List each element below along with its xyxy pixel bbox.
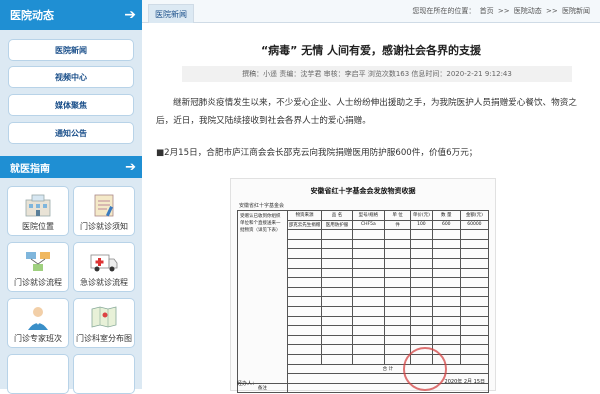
hospital-news-title: 医院动态 bbox=[10, 9, 54, 22]
guide-item-label: 医院位置 bbox=[22, 222, 54, 231]
breadcrumb: 您现在所在的位置： 首页 >> 医院动态 >> 医院新闻 bbox=[412, 6, 592, 16]
receipt-title: 安徽省红十字基金会发放物资收据 bbox=[310, 187, 416, 195]
main-content: 医院新闻 您现在所在的位置： 首页 >> 医院动态 >> 医院新闻 “病毒” 无… bbox=[142, 0, 600, 394]
medical-guide-title: 就医指南 bbox=[10, 163, 50, 175]
receipt-cell: 邵克云先生捐赠 bbox=[286, 219, 323, 231]
tab-hospital-news[interactable]: 医院新闻 bbox=[148, 4, 194, 23]
doctor-icon bbox=[28, 307, 48, 330]
sidebar-item-media-focus[interactable]: 媒体聚焦 bbox=[8, 94, 134, 116]
receipt-cell: 100 bbox=[410, 219, 433, 231]
official-seal bbox=[403, 347, 447, 391]
article-meta: 撰稿：小遥 责编：沈芋君 审核：李启平 浏览次数163 信息时间：2020-2-… bbox=[182, 66, 572, 82]
receipt-cell: 医用防护服 bbox=[321, 219, 353, 231]
guide-item-emergency-process[interactable]: 急诊就诊流程 bbox=[73, 242, 135, 292]
article-intro: 继新冠肺炎疫情发生以来，不少爱心企业、人士纷纷伸出援助之手，为我院医护人员捐赠爱… bbox=[156, 94, 588, 130]
guide-item-more-1[interactable] bbox=[7, 354, 69, 394]
notebook-icon bbox=[94, 194, 114, 217]
receipt-header: 单 位 bbox=[384, 210, 412, 221]
map-icon bbox=[91, 306, 117, 328]
receipt-cell: 件 bbox=[384, 219, 412, 231]
receipt-header: 数 量 bbox=[431, 210, 461, 221]
receipt-header: 单价(元) bbox=[410, 210, 433, 221]
receipt-signer: 经办人： bbox=[237, 381, 258, 387]
guide-item-label: 门诊就诊须知 bbox=[80, 222, 128, 231]
breadcrumb-current[interactable]: 医院新闻 bbox=[562, 7, 590, 15]
breadcrumb-separator: >> bbox=[497, 7, 510, 15]
receipt-org: 安徽省红十字基金会 bbox=[239, 203, 285, 209]
sidebar-item-hospital-news[interactable]: 医院新闻 bbox=[8, 39, 134, 61]
arrow-right-icon: ➔ bbox=[124, 7, 136, 23]
guide-item-label: 急诊就诊流程 bbox=[80, 278, 128, 287]
donation-receipt-image: 安徽省红十字基金会发放物资收据 安徽省红十字基金会 受赠认已收到你组织单位和个直… bbox=[230, 178, 496, 394]
receipt-header: 金额(元) bbox=[459, 210, 490, 221]
guide-item-more-2[interactable] bbox=[73, 354, 135, 394]
arrow-right-icon: ➔ bbox=[125, 159, 136, 175]
guide-item-outpatient-process[interactable]: 门诊就诊流程 bbox=[7, 242, 69, 292]
ambulance-icon bbox=[90, 254, 118, 272]
receipt-date: 2020年 2月 15日 bbox=[444, 379, 485, 385]
article-title: “病毒” 无情 人间有爱，感谢社会各界的支援 bbox=[260, 44, 482, 57]
guide-item-label: 门诊专家班次 bbox=[14, 334, 62, 343]
breadcrumb-separator: >> bbox=[546, 7, 558, 15]
article-item: ■2月15日，合肥市庐江商会会长邵克云向我院捐赠医用防护服600件，价值6万元； bbox=[156, 148, 478, 158]
receipt-header: 品 名 bbox=[321, 210, 353, 221]
sidebar: 医院动态 ➔ 医院新闻 视频中心 媒体聚焦 通知公告 就医指南 ➔ 医院位置 门… bbox=[0, 0, 142, 394]
hospital-news-header: 医院动态 ➔ bbox=[0, 0, 142, 30]
receipt-header: 型号/规格 bbox=[351, 210, 386, 221]
guide-item-outpatient-notice[interactable]: 门诊就诊须知 bbox=[73, 186, 135, 236]
guide-item-department-map[interactable]: 门诊科室分布图 bbox=[73, 298, 135, 348]
receipt-left-note: 受赠认已收到你组织单位和个直接送来一批物资（详见下表） bbox=[237, 210, 288, 384]
receipt-total-label: 合 计 bbox=[286, 363, 490, 375]
breadcrumb-home[interactable]: 首页 bbox=[480, 7, 494, 15]
guide-item-label: 门诊就诊流程 bbox=[14, 278, 62, 287]
receipt-table: 受赠认已收到你组织单位和个直接送来一批物资（详见下表） 物资来源 品 名 型号/… bbox=[237, 210, 490, 394]
hospital-building-icon bbox=[25, 194, 51, 217]
receipt-header: 物资来源 bbox=[286, 210, 323, 221]
medical-guide-header: 就医指南 ➔ bbox=[0, 156, 142, 178]
guide-item-label: 门诊科室分布图 bbox=[76, 334, 132, 343]
sidebar-item-notices[interactable]: 通知公告 bbox=[8, 122, 134, 144]
receipt-cell: CHF5a bbox=[351, 219, 386, 231]
flowchart-icon bbox=[26, 252, 50, 271]
guide-item-hospital-location[interactable]: 医院位置 bbox=[7, 186, 69, 236]
page: 医院动态 ➔ 医院新闻 视频中心 媒体聚焦 通知公告 就医指南 ➔ 医院位置 门… bbox=[0, 0, 600, 394]
breadcrumb-hospital-news-section[interactable]: 医院动态 bbox=[514, 7, 542, 15]
article-intro-text: 继新冠肺炎疫情发生以来，不少爱心企业、人士纷纷伸出援助之手，为我院医护人员捐赠爱… bbox=[156, 98, 577, 126]
receipt-cell: 600 bbox=[431, 219, 461, 231]
topbar: 医院新闻 您现在所在的位置： 首页 >> 医院动态 >> 医院新闻 bbox=[142, 0, 600, 23]
guide-item-expert-schedule[interactable]: 门诊专家班次 bbox=[7, 298, 69, 348]
sidebar-item-video-center[interactable]: 视频中心 bbox=[8, 66, 134, 88]
receipt-cell: 60000 bbox=[459, 219, 490, 231]
breadcrumb-prefix: 您现在所在的位置： bbox=[412, 7, 476, 15]
